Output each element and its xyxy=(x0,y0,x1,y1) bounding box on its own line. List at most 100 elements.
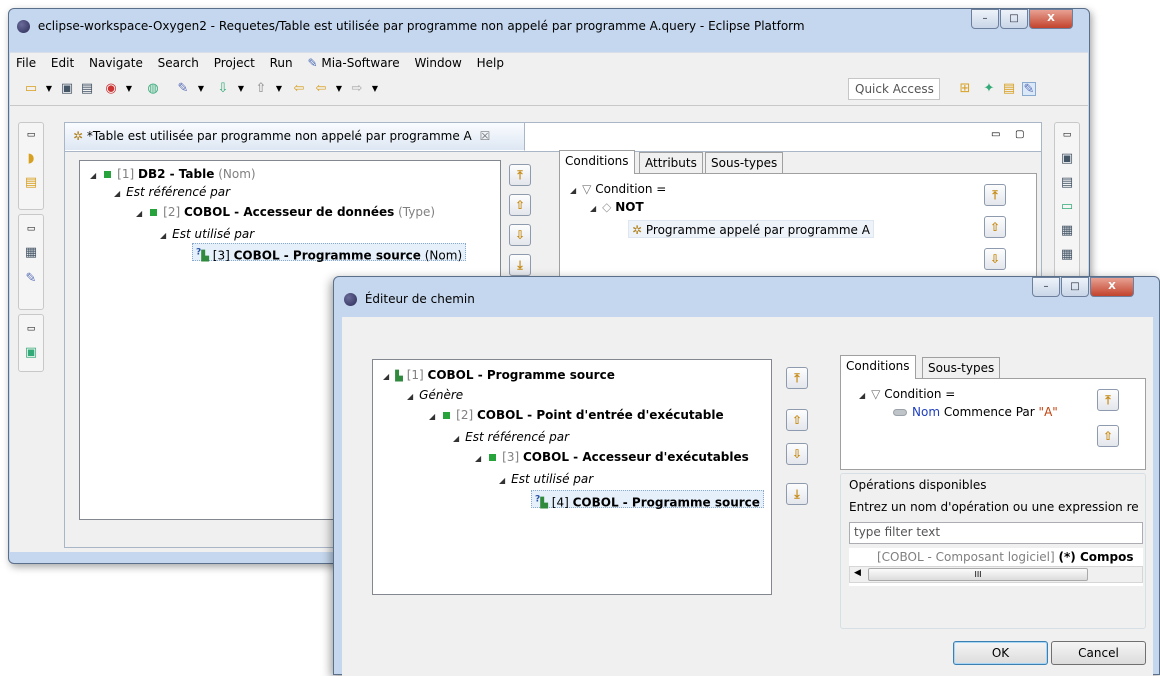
tree-node[interactable]: ◢ [3] COBOL - Accesseur d'exécutables xyxy=(475,448,749,466)
menu-edit[interactable]: Edit xyxy=(45,53,79,70)
dialog-move-down-button[interactable]: ⇩ xyxy=(786,443,808,465)
problems-icon[interactable]: ▦ xyxy=(1059,223,1075,239)
close-button[interactable]: X xyxy=(1029,9,1073,29)
tree-relation[interactable]: ◢ Est utilisé par xyxy=(499,470,593,488)
mia-perspective-icon[interactable]: ✎ xyxy=(1022,82,1036,97)
next-annotation-icon[interactable]: ⇩ xyxy=(216,82,230,96)
dialog-title-bar[interactable]: Éditeur de chemin xyxy=(344,292,475,306)
dialog-minimize-button[interactable]: – xyxy=(1032,277,1060,297)
move-up-button[interactable]: ⇧ xyxy=(509,194,531,216)
cancel-button[interactable]: Cancel xyxy=(1051,641,1146,665)
tree-node[interactable]: ◢ [1] DB2 - Table (Nom) xyxy=(90,165,256,183)
prev-annotation-dropdown-icon[interactable]: ▼ xyxy=(272,82,286,96)
menu-search[interactable]: Search xyxy=(152,53,204,70)
move-top-button[interactable]: ⤒ xyxy=(509,164,531,186)
console-icon[interactable]: ▣ xyxy=(23,345,39,361)
package-icon[interactable]: ▤ xyxy=(23,175,39,191)
menu-file[interactable]: File xyxy=(10,53,41,70)
condition-not[interactable]: ◢ ◇ NOT xyxy=(590,198,644,216)
dialog-tab-conditions[interactable]: Conditions xyxy=(840,355,916,379)
condition-move-top-button[interactable]: ⤒ xyxy=(984,184,1006,206)
run-dropdown-icon[interactable]: ▼ xyxy=(122,82,136,96)
operations-hscrollbar[interactable]: ◀ III xyxy=(849,566,1143,583)
tree-node[interactable]: ◢ ▙ [1] COBOL - Programme source xyxy=(383,366,615,384)
pen-dropdown-icon[interactable]: ▼ xyxy=(194,82,208,96)
back-icon[interactable]: ⇦ xyxy=(314,82,328,96)
condition-root[interactable]: ◢ ▽ Condition = xyxy=(570,180,666,198)
menu-navigate[interactable]: Navigate xyxy=(83,53,148,70)
restore-icon[interactable]: ▭ xyxy=(23,127,39,143)
condition-root[interactable]: ◢ ▽ Condition = xyxy=(859,385,955,403)
move-down-button[interactable]: ⇩ xyxy=(509,224,531,246)
new-icon[interactable]: ▭ xyxy=(24,82,38,96)
prev-annotation-icon[interactable]: ⇧ xyxy=(254,82,268,96)
tab-conditions[interactable]: Conditions xyxy=(559,150,635,174)
java-perspective-icon[interactable]: ✦ xyxy=(982,82,996,96)
dialog-move-up-button[interactable]: ⇧ xyxy=(786,409,808,431)
window-title-bar[interactable]: eclipse-workspace-Oxygen2 - Requetes/Tab… xyxy=(17,19,805,33)
tab-sous-types[interactable]: Sous-types xyxy=(705,152,784,174)
resource-perspective-icon[interactable]: ▤ xyxy=(1002,82,1016,96)
operation-item[interactable]: [COBOL - Composant logiciel] (*) Compos xyxy=(877,548,1133,566)
editor-tab[interactable]: ✲ *Table est utilisée par programme non … xyxy=(65,123,525,151)
menu-mia-software[interactable]: ✎ Mia-Software xyxy=(301,53,404,70)
scroll-thumb[interactable]: III xyxy=(868,568,1088,581)
menu-help[interactable]: Help xyxy=(471,53,509,70)
back-dropdown-icon[interactable]: ▼ xyxy=(332,82,346,96)
forward-icon[interactable]: ⇨ xyxy=(350,82,364,96)
scroll-left-icon[interactable]: ◀ xyxy=(854,568,861,578)
search-view-icon[interactable]: ▦ xyxy=(1059,247,1075,263)
tree-relation[interactable]: ◢ Est référencé par xyxy=(114,183,230,201)
last-edit-icon[interactable]: ⇦ xyxy=(292,82,306,96)
condition-move-top-button[interactable]: ⤒ xyxy=(1097,389,1119,411)
properties-icon[interactable]: ▤ xyxy=(1059,175,1075,191)
ok-button[interactable]: OK xyxy=(953,641,1048,665)
tree-relation[interactable]: ◢ Est utilisé par xyxy=(160,225,254,243)
minimize-button[interactable]: – xyxy=(971,9,999,29)
tree-node-selected[interactable]: ?▙ [3] COBOL - Programme source (Nom) xyxy=(192,243,467,262)
dialog-maximize-button[interactable]: □ xyxy=(1061,277,1089,297)
close-tab-icon[interactable]: ☒ xyxy=(480,129,491,143)
outline-icon[interactable]: ▣ xyxy=(1059,151,1075,167)
tree-relation[interactable]: ◢ Est référencé par xyxy=(453,428,569,446)
tree-relation[interactable]: ◢ Génère xyxy=(407,386,463,404)
menu-window[interactable]: Window xyxy=(408,53,466,70)
next-annotation-dropdown-icon[interactable]: ▼ xyxy=(234,82,248,96)
globe-icon[interactable]: ◍ xyxy=(146,82,160,96)
maximize-editor-icon[interactable]: ▢ xyxy=(1015,129,1024,140)
mia-view-icon[interactable]: ✎ xyxy=(23,271,39,287)
tree-node-selected[interactable]: ?▙ [4] COBOL - Programme source xyxy=(531,490,764,509)
restore-icon[interactable]: ▭ xyxy=(23,221,39,237)
condition-move-down-button[interactable]: ⇩ xyxy=(984,248,1006,270)
move-bottom-button[interactable]: ⤓ xyxy=(509,254,531,276)
menu-project[interactable]: Project xyxy=(208,53,260,70)
dialog-move-bottom-button[interactable]: ⤓ xyxy=(786,483,808,505)
save-all-icon[interactable]: ▤ xyxy=(80,82,94,96)
save-icon[interactable]: ▣ xyxy=(60,82,74,96)
menu-run[interactable]: Run xyxy=(264,53,298,70)
condition-leaf[interactable]: ✲ Programme appelé par programme A xyxy=(628,220,874,238)
forward-dropdown-icon[interactable]: ▼ xyxy=(368,82,382,96)
new-dropdown-icon[interactable]: ▼ xyxy=(42,82,56,96)
minimize-editor-icon[interactable]: ▭ xyxy=(991,129,1000,140)
quick-access-input[interactable]: Quick Access xyxy=(848,78,940,100)
restore-icon[interactable]: ▭ xyxy=(23,321,39,337)
run-icon[interactable]: ◉ xyxy=(104,82,118,96)
tasks-icon[interactable]: ▭ xyxy=(1059,199,1075,215)
dialog-move-top-button[interactable]: ⤒ xyxy=(786,367,808,389)
table-view-icon[interactable]: ▦ xyxy=(23,245,39,261)
maximize-button[interactable]: □ xyxy=(1000,9,1028,29)
tree-node[interactable]: ◢ [2] COBOL - Point d'entrée d'exécutable xyxy=(429,406,724,424)
condition-move-up-button[interactable]: ⇧ xyxy=(1097,425,1119,447)
tree-node[interactable]: ◢ [2] COBOL - Accesseur de données (Type) xyxy=(136,203,435,221)
dialog-tab-sous-types[interactable]: Sous-types xyxy=(922,357,1001,379)
tab-attributs[interactable]: Attributs xyxy=(639,152,703,174)
open-perspective-icon[interactable]: ⊞ xyxy=(958,82,972,96)
condition-move-up-button[interactable]: ⇧ xyxy=(984,216,1006,238)
dialog-close-button[interactable]: X xyxy=(1090,277,1134,297)
condition-leaf[interactable]: Nom Commence Par "A" xyxy=(893,403,1058,421)
repository-icon[interactable]: ◗ xyxy=(23,151,39,167)
operations-filter-input[interactable]: type filter text xyxy=(849,522,1143,544)
pen-icon[interactable]: ✎ xyxy=(176,82,190,96)
restore-icon[interactable]: ▭ xyxy=(1059,127,1075,143)
